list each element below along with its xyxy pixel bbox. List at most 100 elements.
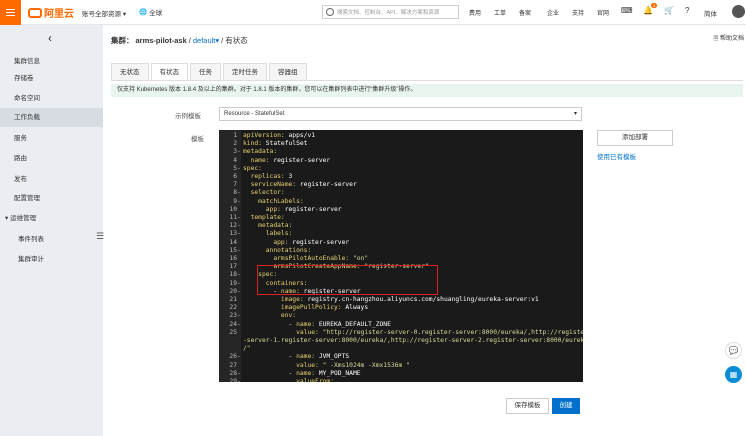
top-link-icp[interactable]: 备案 [519,8,547,17]
sidebar-item-services[interactable]: 服务 [0,129,103,148]
sidebar-item-ops-label: 运维管理 [10,215,37,222]
language-switch[interactable]: 简体 [704,8,717,18]
template-select[interactable]: Resource - StatefulSet ▾ [219,107,582,121]
code-text: app: register-server [243,206,342,213]
code-line: 24- - name: EUREKA_DEFAULT_ZONE [219,321,390,329]
top-navigation-bar: 阿里云 账号全部资源 ▾ 🌐 全球 搜索文档、控制台、API、解决方案和资源 费用… [0,0,746,25]
sidebar-item-workloads[interactable]: 工作负载 [0,108,103,127]
top-link-enterprise[interactable]: 企业 [547,8,572,17]
tab-statefulset[interactable]: 有状态 [150,63,188,81]
tab-deployment[interactable]: 无状态 [111,63,149,80]
code-key: valueFrom: [296,378,334,382]
code-key: replicas: [250,173,285,180]
cart-icon[interactable]: 🛒 [664,6,674,15]
code-text: - name: MY_POD_NAME [243,370,360,377]
region-selector[interactable]: 🌐 全球 [139,7,162,17]
code-key: image: [280,296,304,303]
sidebar-item-namespaces[interactable]: 命名空间 [0,89,103,108]
code-line: 28- - name: MY_POD_NAME [219,369,360,378]
line-number: 26 [229,353,237,361]
code-text: metadata: [243,222,292,229]
code-value: " -Xms1024m -Xmx1536m " [318,361,410,369]
code-line: 14 app: register-server [219,239,349,247]
code-line: 26- - name: JVM_OPTS [219,353,349,361]
code-key: app: [265,205,281,213]
globe-icon: 🌐 [139,9,148,16]
region-label: 全球 [149,10,163,17]
code-line: 6 replicas: 3 [219,173,292,181]
menu-icon[interactable] [0,0,21,25]
yaml-editor[interactable]: 1 apiVersion: apps/v1 2 kind: StatefulSet 3-… [219,130,583,382]
save-template-button[interactable]: 保存模板 [506,398,549,414]
line-number: 4 [233,156,237,164]
add-deploy-button[interactable]: 添加部署 [597,130,673,146]
terminal-icon[interactable]: ⌨ [621,6,633,15]
code-line: 25 value: "http://register-server-0.regi… [219,329,583,337]
line-number: 20 [229,287,237,295]
top-link-fee[interactable]: 费用 [469,8,494,17]
code-value: registry.cn-hangzhou.aliyuncs.com/shuang… [303,296,539,303]
workload-tabs: 无状态 有状态 任务 定时任务 容器组 [111,63,309,81]
code-line: 9- matchLabels: [219,197,303,206]
sidebar-item-events[interactable]: 事件列表 [0,230,103,249]
code-line: 29- valueFrom: [219,378,334,382]
top-link-support[interactable]: 支持 [572,8,597,17]
sidebar-item-ops[interactable]: ▾ 运维管理 [0,209,103,228]
line-number: 28 [229,369,237,377]
line-number: 27 [229,361,237,369]
help-icon[interactable]: ? [685,6,689,15]
aliyun-logo[interactable]: 阿里云 [28,6,74,20]
line-number: 9 [233,197,237,205]
code-line: 13- labels: [219,230,292,238]
code-line: 2 kind: StatefulSet [219,140,307,148]
tab-divider [111,80,743,81]
code-key: spec: [243,164,262,172]
help-label: 帮助文档 [719,36,744,42]
sidebar-item-release[interactable]: 发布 [0,170,103,189]
chevron-left-icon[interactable]: ‹ [48,31,52,45]
code-key: annotations: [265,246,312,254]
tab-job[interactable]: 任务 [190,63,221,80]
line-number: 14 [229,238,237,246]
avatar[interactable] [732,5,745,18]
code-text: armsPilotAutoEnable: "on" [243,255,368,262]
code-text: kind: StatefulSet [243,140,307,147]
template-select-value: Resource - StatefulSet [224,111,285,117]
tab-cronjob[interactable]: 定时任务 [223,63,267,80]
top-link-site[interactable]: 官网 [597,8,622,17]
code-text: imagePullPolicy: Always [243,304,368,311]
line-number: 1 [233,132,237,139]
line-number: 3 [233,148,237,156]
apps-grid-icon[interactable]: ▦ [725,366,742,383]
code-value: JVM_OPTS [315,353,350,361]
code-key: serviceName: [250,181,297,189]
top-link-ticket[interactable]: 工单 [494,8,519,17]
breadcrumb-prefix: 集群： [111,36,134,45]
account-resources-dropdown[interactable]: 账号全部资源 ▾ [82,8,126,18]
logo-mark-icon [28,7,42,18]
code-line: 15- annotations: [219,247,311,255]
sidebar-item-config[interactable]: 配置管理 [0,189,103,208]
search-input[interactable]: 搜索文档、控制台、API、解决方案和资源 [322,5,459,19]
sidebar-item-routes[interactable]: 路由 [0,149,103,168]
help-docs-link[interactable]: 🗎 帮助文档 [713,33,744,44]
chat-icon[interactable]: 💬 [725,342,742,359]
namespace-dropdown[interactable]: default▾ [193,36,219,45]
breadcrumb-cluster: arms-pilot-ask [135,36,187,45]
use-existing-template-link[interactable]: 使用已有模板 [597,151,636,161]
line-number: 11 [229,214,237,221]
sidebar-item-volumes[interactable]: 存储卷 [0,69,103,88]
tab-pods[interactable]: 容器组 [269,63,307,80]
sidebar-item-audit[interactable]: 集群审计 [0,250,103,269]
breadcrumb-separator: / [188,36,191,45]
create-button[interactable]: 创建 [552,398,580,414]
line-number: 29 [229,378,237,382]
template-select-label: 示例模板 [175,113,201,120]
